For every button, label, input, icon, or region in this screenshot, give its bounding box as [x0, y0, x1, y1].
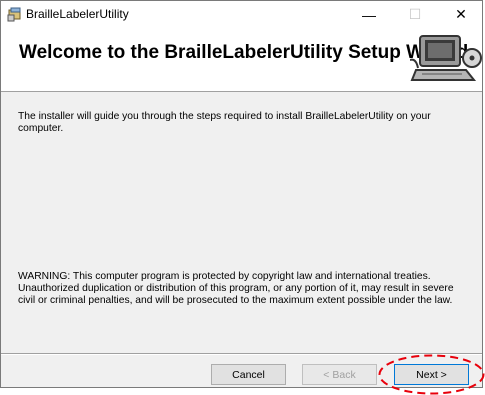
minimize-icon: — — [362, 6, 376, 23]
close-button[interactable]: ✕ — [438, 1, 484, 28]
window-title: BrailleLabelerUtility — [26, 7, 129, 21]
minimize-button[interactable]: — — [346, 1, 392, 28]
wizard-heading: Welcome to the BrailleLabelerUtility Set… — [19, 42, 469, 63]
cancel-button[interactable]: Cancel — [211, 364, 286, 385]
back-button: < Back — [302, 364, 377, 385]
setup-wizard-window: BrailleLabelerUtility — ☐ ✕ Welcome to t… — [0, 0, 483, 388]
computer-setup-icon — [410, 35, 482, 81]
installer-package-icon — [7, 7, 21, 22]
close-icon: ✕ — [455, 6, 467, 22]
title-bar[interactable]: BrailleLabelerUtility — ☐ ✕ — [1, 1, 482, 28]
maximize-icon: ☐ — [408, 6, 422, 22]
highlight-annotation — [378, 354, 485, 395]
maximize-button: ☐ — [392, 1, 438, 28]
wizard-banner: Welcome to the BrailleLabelerUtility Set… — [1, 28, 482, 92]
intro-text: The installer will guide you through the… — [18, 111, 431, 134]
copyright-warning: WARNING: This computer program is protec… — [18, 271, 454, 306]
